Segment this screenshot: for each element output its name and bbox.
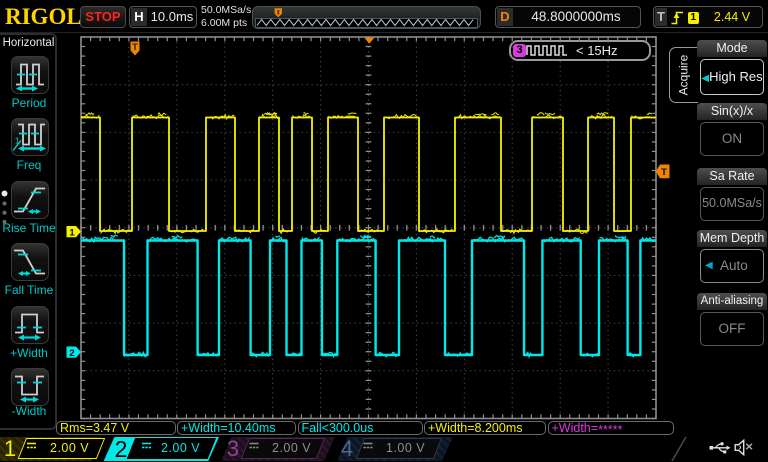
svg-text:2: 2 [69,348,74,359]
svg-text:T: T [132,42,138,53]
svg-text:T: T [661,167,667,178]
svg-text:1: 1 [69,227,75,238]
